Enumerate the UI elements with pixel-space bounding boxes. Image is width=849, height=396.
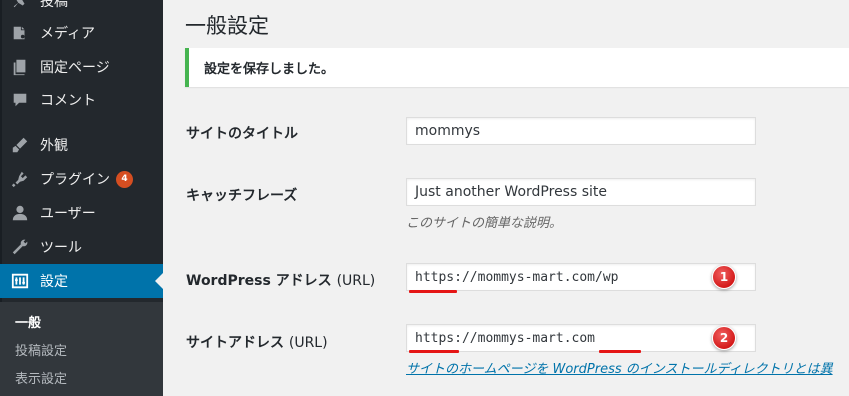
sidebar-item-media[interactable]: メディア bbox=[0, 16, 163, 50]
site-address-help-link[interactable]: サイトのホームページを WordPress のインストールディレクトリとは異 bbox=[406, 358, 833, 377]
sidebar-item-label: ユーザー bbox=[40, 206, 96, 222]
sidebar-item-label: 投稿 bbox=[40, 0, 68, 10]
sidebar-item-plugins[interactable]: プラグイン 4 bbox=[0, 162, 163, 196]
annotation-underline-2a bbox=[409, 350, 459, 353]
sidebar-item-tools[interactable]: ツール bbox=[0, 230, 163, 264]
wrench-icon bbox=[10, 237, 30, 257]
tagline-description: このサイトの簡単な説明。 bbox=[406, 216, 563, 231]
annotation-underline-1 bbox=[409, 290, 457, 293]
sidebar-item-users[interactable]: ユーザー bbox=[0, 196, 163, 230]
annotation-badge-1: 1 bbox=[712, 265, 736, 289]
site-title-input[interactable]: mommys bbox=[406, 117, 756, 145]
page-icon bbox=[10, 57, 30, 77]
wp-address-label: WordPress アドレス (URL) bbox=[186, 273, 376, 289]
update-count-badge: 4 bbox=[116, 170, 133, 188]
user-icon bbox=[10, 203, 30, 223]
notice-text: 設定を保存しました。 bbox=[204, 62, 335, 77]
wp-address-input[interactable]: https://mommys-mart.com/wp bbox=[406, 263, 756, 291]
tagline-input[interactable]: Just another WordPress site bbox=[406, 178, 756, 206]
sidebar-item-label: 固定ページ bbox=[40, 60, 110, 76]
main-content: 一般設定 設定を保存しました。 サイトのタイトル mommys キャッチフレーズ… bbox=[163, 0, 849, 396]
annotation-underline-2b bbox=[599, 350, 641, 353]
submenu-item-general[interactable]: 一般 bbox=[15, 312, 41, 331]
sidebar-item-appearance[interactable]: 外観 bbox=[0, 128, 163, 162]
submenu-item-writing[interactable]: 投稿設定 bbox=[15, 340, 67, 359]
brush-icon bbox=[10, 135, 30, 155]
annotation-badge-2: 2 bbox=[712, 326, 736, 350]
settings-saved-notice: 設定を保存しました。 bbox=[185, 48, 849, 87]
admin-sidebar: 投稿 メディア 固定ページ コメント 外観 プラグイン 4 ユーザー ツール 設… bbox=[0, 0, 163, 396]
site-address-input[interactable]: https://mommys-mart.com bbox=[406, 324, 756, 352]
site-title-label: サイトのタイトル bbox=[186, 126, 298, 142]
sidebar-item-label: ツール bbox=[40, 240, 82, 256]
sidebar-item-comments[interactable]: コメント bbox=[0, 83, 163, 117]
tagline-label: キャッチフレーズ bbox=[186, 188, 298, 204]
settings-submenu: 一般 投稿設定 表示設定 bbox=[0, 302, 163, 396]
plugin-icon bbox=[10, 169, 30, 189]
sidebar-item-label: 設定 bbox=[40, 274, 68, 290]
settings-icon bbox=[10, 271, 30, 291]
page-title: 一般設定 bbox=[185, 14, 269, 38]
media-icon bbox=[10, 23, 30, 43]
comment-icon bbox=[10, 90, 30, 110]
pin-icon bbox=[10, 0, 30, 11]
site-address-label: サイトアドレス (URL) bbox=[186, 335, 328, 351]
sidebar-item-pages[interactable]: 固定ページ bbox=[0, 50, 163, 84]
sidebar-item-label: プラグイン bbox=[40, 172, 110, 188]
sidebar-item-label: コメント bbox=[40, 93, 96, 109]
sidebar-item-label: メディア bbox=[40, 26, 96, 42]
sidebar-item-settings[interactable]: 設定 bbox=[0, 264, 163, 298]
submenu-item-reading[interactable]: 表示設定 bbox=[15, 368, 67, 387]
sidebar-item-label: 外観 bbox=[40, 138, 68, 154]
